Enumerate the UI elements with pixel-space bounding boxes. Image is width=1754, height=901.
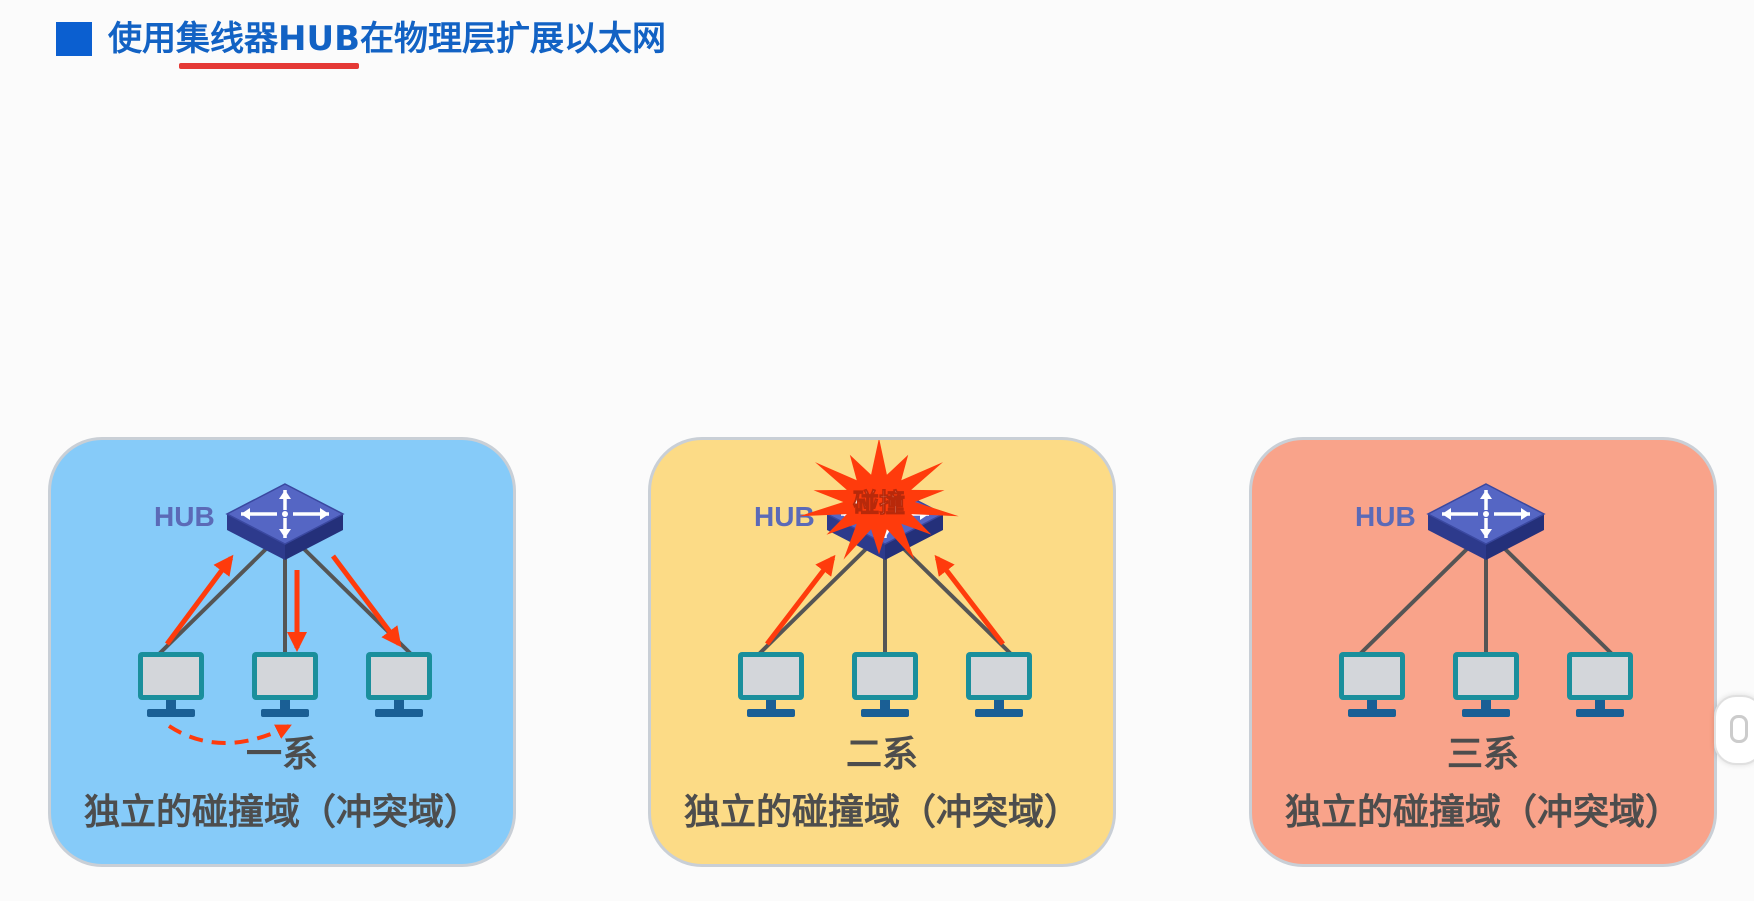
link-line xyxy=(1358,546,1470,656)
monitor-icon xyxy=(366,652,432,717)
collision-label: 碰撞 xyxy=(853,489,905,519)
collision-domain-caption: 独立的碰撞域（冲突域） xyxy=(683,792,1080,833)
panel-system-1: HUB 一系 独立的碰撞域（冲突域） xyxy=(48,437,516,867)
hub-icon xyxy=(225,483,345,560)
hub-label: HUB xyxy=(1355,501,1416,532)
collision-burst-icon: 碰撞 xyxy=(799,440,959,560)
monitor-icon xyxy=(738,652,804,717)
links xyxy=(757,546,1013,656)
system-label: 一系 xyxy=(245,734,318,775)
panel-system-3: HUB 三系 独立的碰撞域（冲突域） xyxy=(1249,437,1717,867)
hub-icon xyxy=(1426,483,1546,560)
hub-label: HUB xyxy=(754,501,815,532)
link-line xyxy=(757,546,869,656)
collision-domain-caption: 独立的碰撞域（冲突域） xyxy=(1284,792,1681,833)
monitor-icon xyxy=(852,652,918,717)
monitor-icon xyxy=(138,652,204,717)
arrow-icon xyxy=(331,554,402,648)
system-label: 二系 xyxy=(845,734,918,775)
monitor-icon xyxy=(252,652,318,717)
monitor-icon xyxy=(1567,652,1633,717)
title-marker xyxy=(56,22,92,56)
hub-label: HUB xyxy=(154,501,215,532)
title-underline xyxy=(179,63,359,69)
side-handle[interactable] xyxy=(1714,695,1754,765)
collision-domain-caption: 独立的碰撞域（冲突域） xyxy=(83,792,480,833)
system-label: 三系 xyxy=(1446,734,1519,775)
link-line xyxy=(1502,546,1614,656)
link-line xyxy=(157,546,269,656)
panel-system-2: HUB 碰撞 二系 独立的碰撞域（冲突域） xyxy=(648,437,1116,867)
monitor-icon xyxy=(1453,652,1519,717)
page-title: 使用集线器HUB在物理层扩展以太网 xyxy=(108,19,666,59)
arrow-icon xyxy=(934,554,1005,646)
handle-icon xyxy=(1730,715,1748,743)
arrow-icon xyxy=(765,554,836,646)
monitor-icon xyxy=(1339,652,1405,717)
arrow-icon xyxy=(164,554,234,646)
link-line xyxy=(901,546,1013,656)
links xyxy=(1358,546,1614,656)
monitor-icon xyxy=(966,652,1032,717)
